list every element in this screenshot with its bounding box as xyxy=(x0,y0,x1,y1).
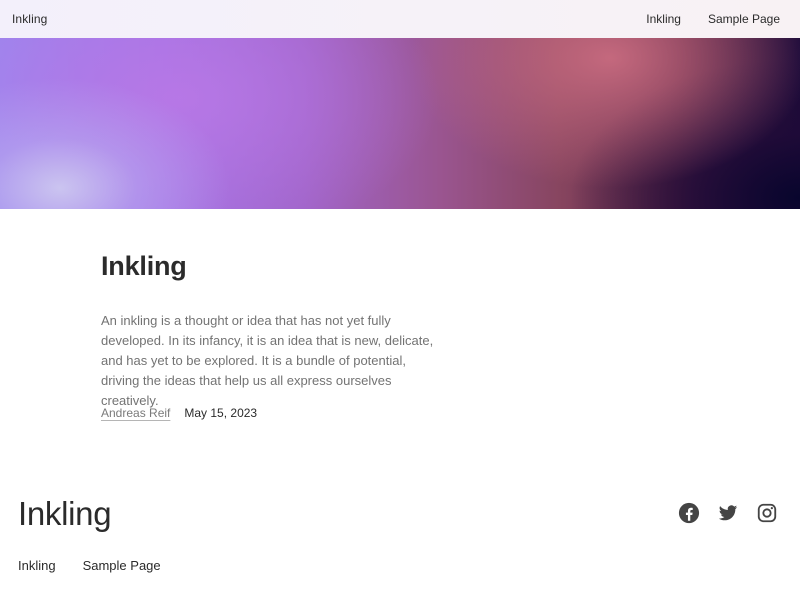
social-links xyxy=(678,502,778,524)
footer-nav: Inkling Sample Page xyxy=(18,558,161,573)
footer-nav-inkling[interactable]: Inkling xyxy=(18,558,56,573)
header-nav-sample-page[interactable]: Sample Page xyxy=(708,12,780,26)
post-excerpt: An inkling is a thought or idea that has… xyxy=(101,313,434,408)
post-meta: Andreas Reif May 15, 2023 xyxy=(101,406,257,420)
post-title[interactable]: Inkling xyxy=(101,251,187,282)
header-nav-inkling[interactable]: Inkling xyxy=(646,12,681,26)
footer-site-title[interactable]: Inkling xyxy=(18,495,112,533)
hero-gradient-image xyxy=(0,38,800,209)
post-author-link[interactable]: Andreas Reif xyxy=(101,406,170,420)
post-date: May 15, 2023 xyxy=(184,406,258,420)
site-title-link[interactable]: Inkling xyxy=(12,12,47,26)
facebook-icon[interactable] xyxy=(678,502,700,524)
header-nav: Inkling Sample Page xyxy=(646,12,780,26)
site-header: Inkling Inkling Sample Page xyxy=(0,0,800,38)
twitter-icon[interactable] xyxy=(717,502,739,524)
instagram-icon[interactable] xyxy=(756,502,778,524)
footer-nav-sample-page[interactable]: Sample Page xyxy=(83,558,161,573)
